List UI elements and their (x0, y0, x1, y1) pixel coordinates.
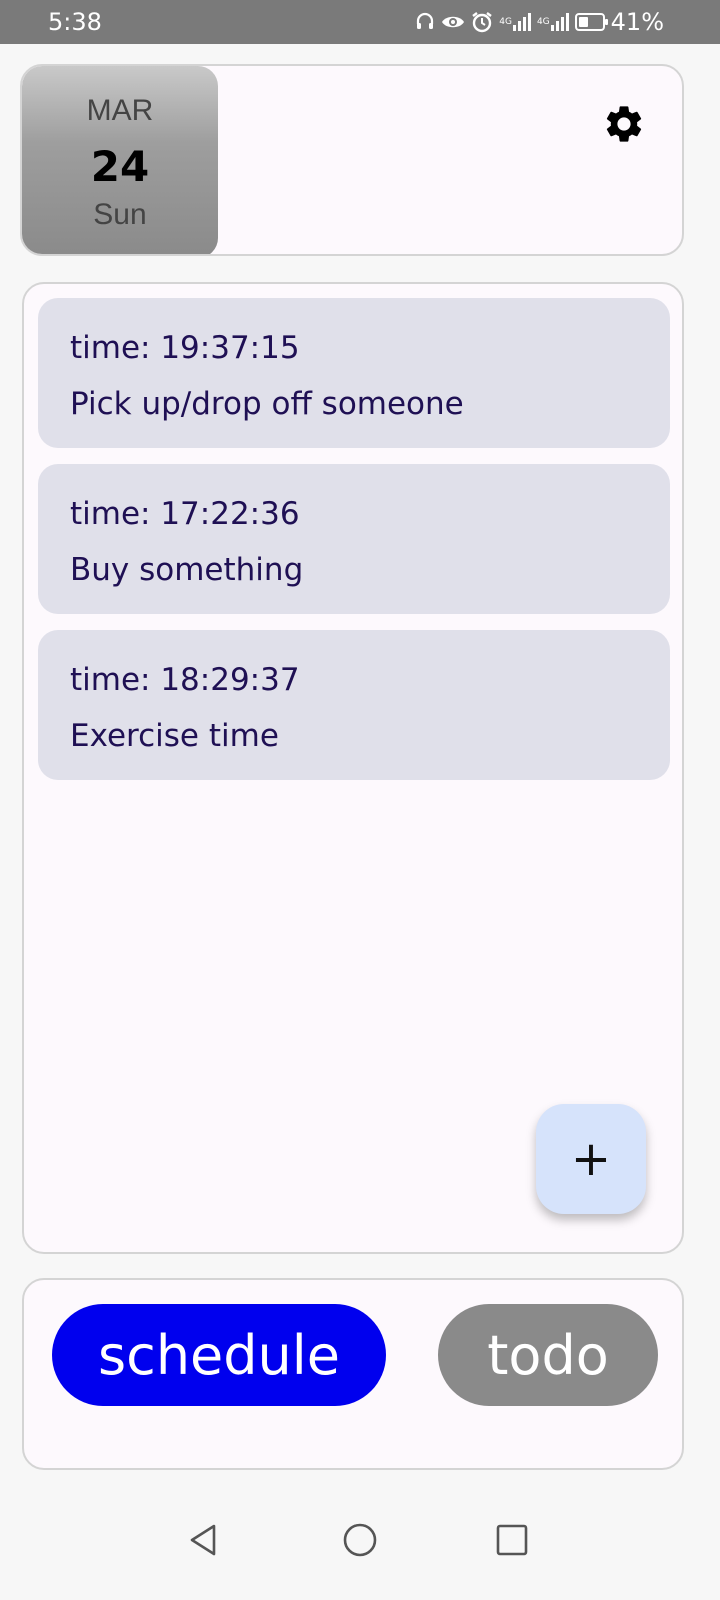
status-bar: 5:38 4G 4G 41% (0, 0, 720, 44)
recents-icon[interactable] (492, 1520, 532, 1560)
tab-todo[interactable]: todo (438, 1304, 658, 1406)
battery-fill (578, 17, 588, 27)
date-month: MAR (86, 94, 154, 127)
schedule-item-time: time: 18:29:37 (70, 662, 300, 698)
date-day: 24 (90, 142, 150, 191)
header-card: MAR 24 Sun (20, 64, 684, 256)
date-weekday: Sun (93, 198, 147, 231)
home-icon[interactable] (340, 1520, 380, 1560)
status-icons: 4G 4G 41% (415, 8, 664, 36)
back-icon[interactable] (184, 1520, 224, 1560)
schedule-item[interactable]: time: 19:37:15 Pick up/drop off someone (38, 298, 670, 448)
schedule-item[interactable]: time: 18:29:37 Exercise time (38, 630, 670, 780)
headphones-icon (415, 10, 435, 34)
add-item-button[interactable]: + (536, 1104, 646, 1214)
alarm-icon (471, 10, 493, 34)
signal-4g-icon: 4G (499, 10, 531, 34)
gear-icon[interactable] (602, 102, 646, 146)
schedule-item-title: Exercise time (70, 718, 279, 754)
schedule-item-time: time: 19:37:15 (70, 330, 300, 366)
plus-icon: + (570, 1131, 612, 1187)
schedule-item-title: Pick up/drop off someone (70, 386, 464, 422)
signal-4g-icon: 4G (537, 10, 569, 34)
schedule-list[interactable]: time: 19:37:15 Pick up/drop off someone … (22, 282, 684, 1254)
eye-icon (441, 10, 465, 34)
schedule-item-time: time: 17:22:36 (70, 496, 300, 532)
battery-outline (574, 13, 608, 31)
battery-percent: 41% (610, 8, 664, 36)
navigation-bar (0, 1492, 720, 1600)
date-tile: MAR 24 Sun (22, 66, 218, 254)
schedule-item-title: Buy something (70, 552, 304, 588)
tabs-card: schedule todo (22, 1278, 684, 1470)
tab-schedule[interactable]: schedule (52, 1304, 386, 1406)
schedule-item[interactable]: time: 17:22:36 Buy something (38, 464, 670, 614)
battery-icon: 41% (574, 8, 664, 36)
status-time: 5:38 (48, 8, 102, 36)
